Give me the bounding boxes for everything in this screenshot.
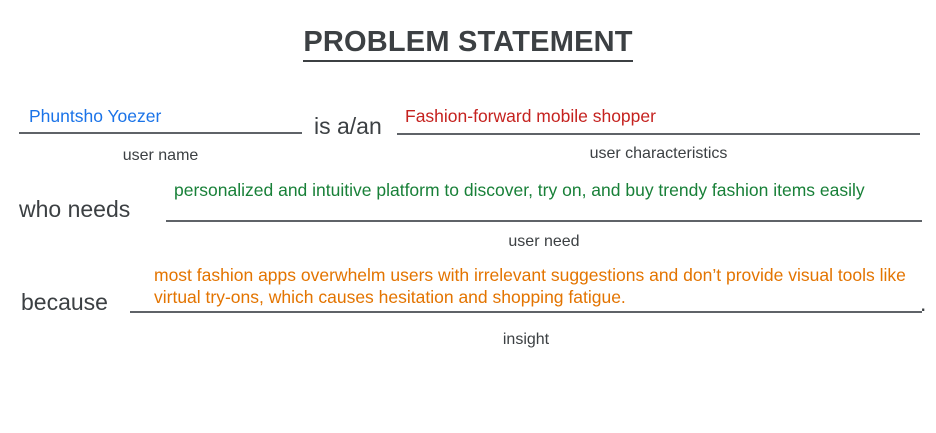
user-need-caption: user need [508, 233, 580, 250]
user-name-caption: user name [122, 147, 199, 164]
user-name-value[interactable]: Phuntsho Yoezer [29, 105, 299, 127]
user-characteristics-line [397, 133, 920, 135]
is-a-an-connector: is a/an [314, 113, 382, 139]
user-need-value[interactable]: personalized and intuitive platform to d… [174, 179, 919, 201]
page-title-text: PROBLEM STATEMENT [303, 26, 633, 62]
user-need-line [166, 220, 922, 222]
user-name-line [19, 132, 302, 134]
insight-value[interactable]: most fashion apps overwhelm users with i… [154, 264, 919, 308]
insight-line [130, 311, 922, 313]
user-characteristics-caption: user characteristics [589, 145, 728, 162]
insight-caption: insight [502, 331, 550, 348]
insight-end-mark: . [920, 290, 927, 316]
page-title: PROBLEM STATEMENT [0, 26, 936, 62]
who-needs-connector: who needs [19, 196, 131, 222]
because-connector: because [21, 289, 108, 315]
user-characteristics-value[interactable]: Fashion-forward mobile shopper [405, 105, 915, 127]
